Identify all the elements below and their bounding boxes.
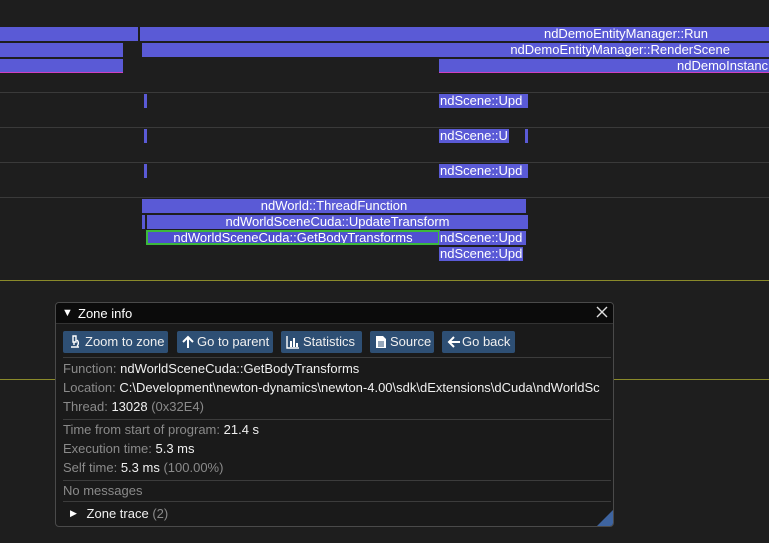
zone-label: ndScene::U <box>440 129 508 143</box>
zone-render-scene[interactable]: ndDemoEntityManager::RenderScene <box>142 43 769 57</box>
frame-line <box>0 280 769 281</box>
zone-tick[interactable] <box>144 94 147 108</box>
execution-time-row: Execution time: 5.3 ms <box>63 441 195 457</box>
zone-label: ndDemoEntityManager::Run <box>543 27 708 41</box>
button-label: Zoom to zone <box>85 334 165 349</box>
zone-info-titlebar[interactable]: ▼ Zone info <box>56 303 613 324</box>
zone-scene-update[interactable]: ndScene::Upd <box>439 231 526 245</box>
thread-label: Thread: <box>63 399 108 414</box>
zone-label: ndWorldSceneCuda::UpdateTransform <box>225 215 450 229</box>
thread-value: 13028 <box>111 399 148 414</box>
zone-label: ndScene::Upd <box>440 164 523 178</box>
execution-time-label: Execution time: <box>63 441 152 456</box>
thread-separator <box>0 197 769 198</box>
zone-scene-update[interactable]: ndScene::Upd <box>439 247 523 261</box>
chart-icon <box>286 336 299 349</box>
zone-label: ndWorld::ThreadFunction <box>260 199 408 213</box>
button-label: Source <box>390 334 432 349</box>
file-icon <box>376 336 386 348</box>
divider <box>63 501 611 502</box>
divider <box>63 419 611 420</box>
self-time-value: 5.3 ms <box>120 460 160 475</box>
self-time-label: Self time: <box>63 460 118 475</box>
thread-row: Thread: 13028 (0x32E4) <box>63 399 204 415</box>
zone-scene-update[interactable]: ndScene::Upd <box>439 164 528 178</box>
divider <box>63 357 611 358</box>
zone-bar[interactable] <box>0 43 123 57</box>
arrow-left-icon <box>447 336 460 348</box>
thread-separator <box>0 92 769 93</box>
zone-trace-toggle[interactable]: ▶ Zone trace (2) <box>70 506 168 523</box>
go-back-button[interactable]: Go back <box>442 331 515 353</box>
zone-tick[interactable] <box>144 129 147 143</box>
messages-row: No messages <box>63 483 142 499</box>
expand-triangle-icon: ▶ <box>70 508 77 518</box>
time-from-start-label: Time from start of program: <box>63 422 220 437</box>
zone-thread-function[interactable]: ndWorld::ThreadFunction <box>142 199 526 213</box>
zone-label: ndScene::Upd <box>440 231 523 245</box>
close-icon[interactable] <box>595 305 609 319</box>
zone-info-window[interactable]: ▼ Zone info Zoom to zone Go to parent St… <box>55 302 614 527</box>
location-row: Location: C:\Development\newton-dynamics… <box>63 380 600 396</box>
button-label: Go back <box>462 334 511 349</box>
arrow-up-icon <box>182 335 194 348</box>
zone-trace-label: Zone trace <box>86 506 149 521</box>
time-from-start-value: 21.4 s <box>223 422 260 437</box>
self-time-percent: (100.00%) <box>163 460 224 475</box>
button-label: Statistics <box>303 334 356 349</box>
zone-label: ndScene::Upd <box>440 247 523 261</box>
zone-label: ndScene::Upd <box>440 94 523 108</box>
zone-bar[interactable] <box>0 59 123 73</box>
divider <box>63 480 611 481</box>
zone-trace-count: (2) <box>152 506 169 521</box>
resize-grip-icon[interactable] <box>597 510 613 526</box>
function-value: ndWorldSceneCuda::GetBodyTransforms <box>120 361 360 376</box>
go-to-parent-button[interactable]: Go to parent <box>177 331 273 353</box>
zone-label: ndDemoEntityManager::RenderScene <box>510 43 730 57</box>
execution-time-value: 5.3 ms <box>155 441 195 456</box>
time-from-start-row: Time from start of program: 21.4 s <box>63 422 259 438</box>
no-messages-label: No messages <box>63 483 143 498</box>
button-label: Go to parent <box>197 334 270 349</box>
thread-separator <box>0 127 769 128</box>
zone-scene-update[interactable]: ndScene::U <box>439 129 509 143</box>
zone-run[interactable]: ndDemoEntityManager::Run <box>140 27 769 41</box>
zone-label: ndDemoInstanc <box>677 59 769 73</box>
function-row: Function: ndWorldSceneCuda::GetBodyTrans… <box>63 361 359 377</box>
zone-update-transform[interactable]: ndWorldSceneCuda::UpdateTransform <box>147 215 528 229</box>
thread-hex: (0x32E4) <box>151 399 204 414</box>
zone-label: ndWorldSceneCuda::GetBodyTransforms <box>173 230 413 245</box>
microscope-icon <box>71 335 79 348</box>
function-label: Function: <box>63 361 117 376</box>
zone-bar[interactable] <box>0 27 138 41</box>
thread-separator <box>0 162 769 163</box>
location-label: Location: <box>63 380 116 395</box>
collapse-triangle-icon[interactable]: ▼ <box>62 307 73 319</box>
zone-demo-instance[interactable]: ndDemoInstanc <box>439 59 769 73</box>
zone-tick[interactable] <box>144 164 147 178</box>
self-time-row: Self time: 5.3 ms (100.00%) <box>63 460 223 476</box>
source-button[interactable]: Source <box>370 331 434 353</box>
zone-get-body-transforms-selected[interactable]: ndWorldSceneCuda::GetBodyTransforms <box>146 230 440 245</box>
location-value[interactable]: C:\Development\newton-dynamics\newton-4.… <box>119 380 599 395</box>
statistics-button[interactable]: Statistics <box>281 331 362 353</box>
zone-scene-update[interactable]: ndScene::Upd <box>439 94 528 108</box>
zoom-to-zone-button[interactable]: Zoom to zone <box>63 331 168 353</box>
window-title: Zone info <box>78 306 133 321</box>
zone-tick[interactable] <box>525 129 528 143</box>
zone-tick[interactable] <box>142 215 145 229</box>
